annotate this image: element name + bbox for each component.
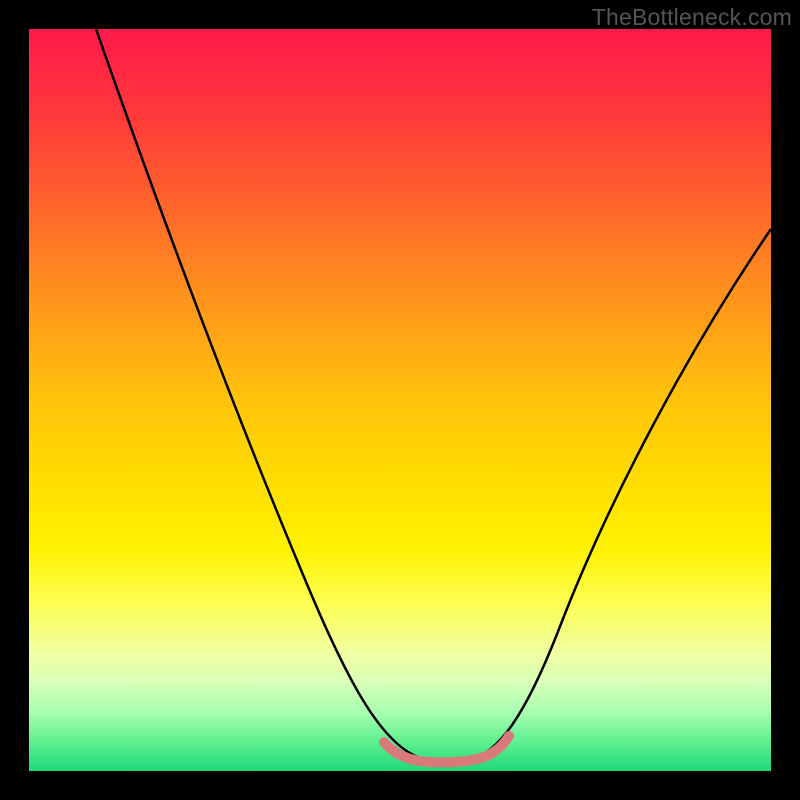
watermark-text: TheBottleneck.com <box>592 4 792 31</box>
chart-frame <box>29 29 771 771</box>
bottleneck-chart <box>29 29 771 771</box>
bottleneck-curve-path <box>96 29 771 762</box>
